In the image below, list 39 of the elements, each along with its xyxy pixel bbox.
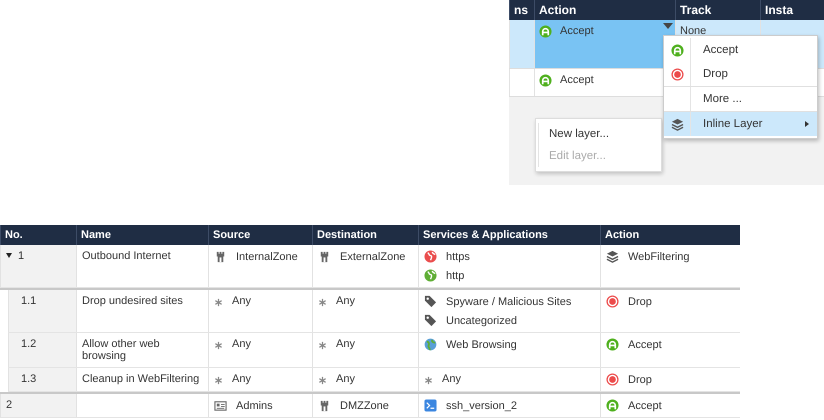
cell-text: Any (442, 373, 461, 385)
rule-name: Drop undesired sites (82, 295, 184, 307)
cell-text: Drop (628, 296, 652, 308)
rule-name: Cleanup in WebFiltering (82, 373, 200, 385)
cell-text: Accept (628, 400, 662, 412)
action-text: Accept (560, 74, 594, 86)
cell-text: Any (336, 295, 355, 307)
rule-name: Outbound Internet (82, 250, 172, 262)
cell-text: https (446, 250, 470, 262)
cell-text: DMZZone (340, 400, 389, 412)
rule-name: Allow other web browsing (82, 338, 161, 362)
cell-text: Any (232, 295, 251, 307)
cell-text: Any (336, 373, 355, 385)
cell-text: Drop (628, 374, 652, 386)
cell-text: Admins (236, 400, 273, 412)
rule-number: 1.2 (21, 338, 36, 350)
cell-text: Spyware / Malicious Sites (446, 296, 572, 308)
column-header: Destination (312, 225, 418, 245)
column-header: Source (208, 225, 312, 245)
cell-text: Any (232, 373, 251, 385)
rule-number: 1.1 (21, 295, 36, 307)
cell-text: Web Browsing (446, 338, 517, 350)
rule-number: 2 (6, 399, 12, 411)
column-header: Action (600, 225, 740, 245)
cell-text: Any (336, 338, 355, 350)
cell-text: WebFiltering (628, 250, 690, 262)
rule-number: 1.3 (21, 373, 36, 385)
column-header: Services & Applications (418, 225, 600, 245)
cell-text: Accept (628, 338, 662, 350)
cell-text: http (446, 270, 464, 282)
action-text: Accept (560, 25, 594, 37)
cell-text: Any (232, 338, 251, 350)
rule-number: 1 (18, 250, 24, 262)
column-header: Name (76, 225, 208, 245)
cell-text: InternalZone (236, 250, 298, 262)
cell-text: ExternalZone (340, 250, 406, 262)
cell-text: ssh_version_2 (446, 400, 517, 412)
cell-text: Uncategorized (446, 314, 517, 326)
track-text: None (680, 25, 706, 37)
